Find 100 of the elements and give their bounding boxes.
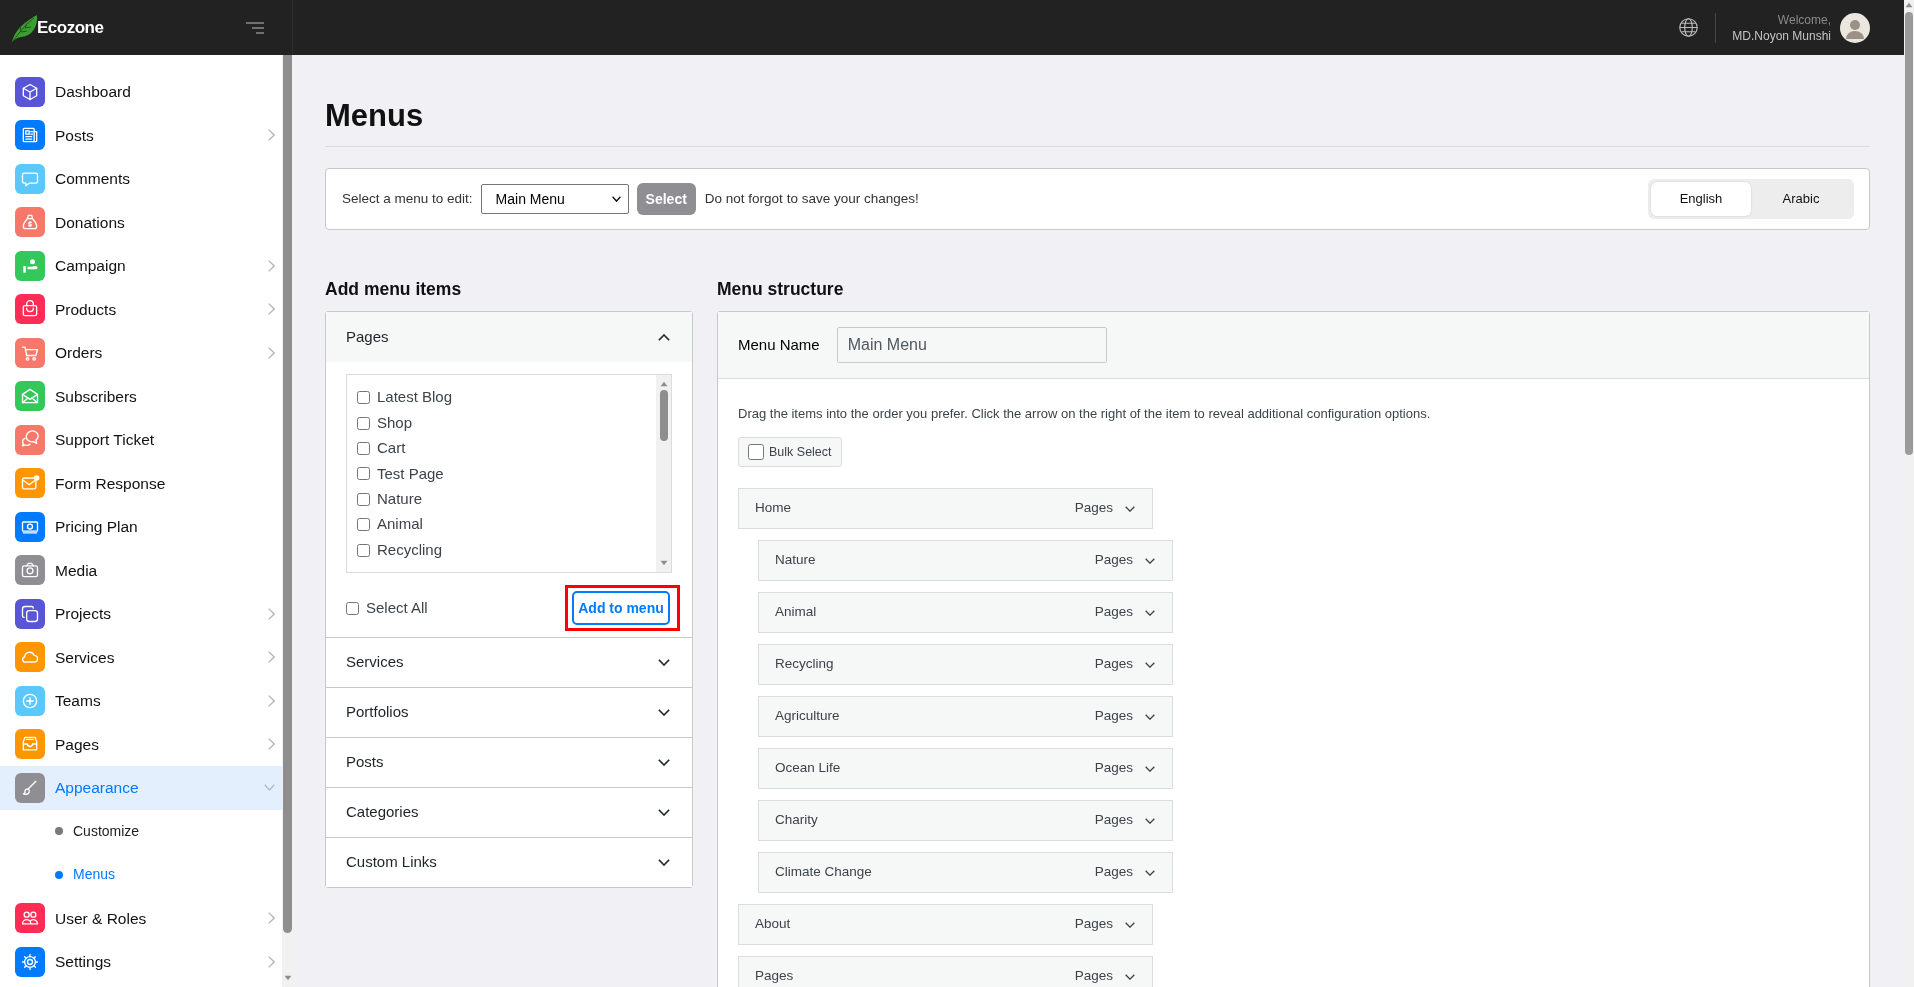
menu-item-type: Pages — [1094, 811, 1133, 830]
sidebar-item[interactable]: Projects — [0, 592, 282, 636]
menu-item[interactable]: Nature Pages — [758, 540, 1173, 581]
sidebar-item[interactable]: Products — [0, 287, 282, 331]
scrollbar-thumb[interactable] — [659, 390, 668, 441]
add-to-menu-button[interactable]: Add to menu — [572, 591, 670, 625]
menu-item-label: Nature — [775, 551, 816, 570]
sidebar-item[interactable]: Donations — [0, 200, 282, 244]
checkbox[interactable] — [748, 444, 764, 460]
sidebar-item[interactable]: Teams — [0, 679, 282, 723]
language-tab[interactable]: Arabic — [1751, 182, 1851, 216]
chevron-down-icon[interactable] — [611, 196, 621, 202]
scrollbar-thumb[interactable] — [1905, 12, 1913, 455]
chevron-down-icon[interactable] — [658, 809, 670, 816]
menu-item[interactable]: Climate Change Pages — [758, 852, 1173, 893]
chevron-down-icon[interactable] — [1145, 713, 1155, 720]
sidebar-item[interactable]: Campaign — [0, 244, 282, 288]
menu-name-input[interactable]: Main Menu — [836, 327, 1107, 363]
menu-item-label: Charity — [775, 811, 818, 830]
chevron-down-icon[interactable] — [1145, 765, 1155, 772]
chevron-down-icon[interactable] — [658, 709, 670, 716]
avatar-icon[interactable] — [1840, 12, 1870, 43]
scroll-down-arrow-icon[interactable] — [283, 975, 292, 981]
menu-item[interactable]: Animal Pages — [758, 592, 1173, 633]
menu-item[interactable]: Ocean Life Pages — [758, 748, 1173, 789]
welcome-text: Welcome, — [1777, 11, 1831, 28]
scroll-up-arrow-icon[interactable] — [659, 381, 668, 387]
sidebar-item[interactable]: User & Roles — [0, 896, 282, 940]
bulk-select-button[interactable]: Bulk Select — [738, 437, 842, 467]
checkbox[interactable] — [357, 543, 370, 557]
sidebar-item[interactable]: Posts — [0, 113, 282, 157]
checkbox[interactable] — [346, 601, 359, 615]
checkbox-label: Latest Blog — [377, 387, 453, 408]
scroll-down-arrow-icon[interactable] — [659, 560, 668, 566]
chevron-down-icon[interactable] — [1125, 921, 1135, 928]
checkbox[interactable] — [357, 518, 370, 532]
section-heading: Menu structure — [717, 278, 845, 301]
logo-text: Ecozone — [37, 16, 104, 39]
menu-item-label: About — [755, 915, 791, 934]
chevron-down-icon[interactable] — [1145, 661, 1155, 668]
sidebar-subitem[interactable]: Customize — [0, 809, 282, 853]
menu-item[interactable]: About Pages — [738, 904, 1153, 945]
checkbox[interactable] — [357, 467, 370, 481]
sidebar-item[interactable]: Comments — [0, 157, 282, 201]
user-name[interactable]: MD.Noyon Munshi — [1732, 27, 1831, 44]
instructions-text: Drag the items into the order you prefer. Click the arrow on the right of the item to reveal additional configuration options. — [738, 405, 1432, 423]
sidebar-item[interactable]: Media — [0, 548, 282, 592]
accordion-header[interactable]: Pages — [326, 312, 692, 362]
sidebar-item[interactable]: Form Response — [0, 461, 282, 505]
leaf-logo-icon — [9, 12, 39, 43]
checkbox[interactable] — [357, 492, 370, 506]
field-label: Menu Name — [738, 334, 820, 355]
menu-item-label: Recycling — [775, 655, 834, 674]
checkbox[interactable] — [357, 391, 370, 405]
menu-item[interactable]: Home Pages — [738, 488, 1153, 529]
sidebar-item[interactable]: Services — [0, 635, 282, 679]
scroll-up-arrow-icon[interactable] — [1905, 2, 1913, 8]
chevron-up-icon[interactable] — [658, 333, 670, 341]
chevron-down-icon[interactable] — [1125, 505, 1135, 512]
checkbox-label: Shop — [377, 412, 413, 433]
chevron-down-icon[interactable] — [1125, 973, 1135, 980]
checkbox-label: Recycling — [377, 539, 443, 560]
menu-item[interactable]: Agriculture Pages — [758, 696, 1173, 737]
chevron-down-icon[interactable] — [1145, 609, 1155, 616]
menu-item-type: Pages — [1094, 603, 1133, 622]
sidebar-item[interactable]: Pricing Plan — [0, 505, 282, 549]
sidebar-item[interactable]: Appearance — [0, 766, 282, 810]
select-label: Select a menu to edit: — [342, 189, 473, 208]
menu-select[interactable]: Main Menu — [480, 184, 629, 214]
accordion-header[interactable]: Custom Links — [326, 837, 692, 887]
menu-item[interactable]: Charity Pages — [758, 800, 1173, 841]
sidebar-item[interactable]: Orders — [0, 331, 282, 375]
sidebar-item[interactable]: Settings — [0, 940, 282, 984]
menu-item-label: Animal — [775, 603, 817, 622]
globe-icon[interactable] — [1679, 18, 1699, 37]
language-tab[interactable]: English — [1651, 182, 1751, 216]
menu-item-type: Pages — [1094, 551, 1133, 570]
sidebar-subitem[interactable]: Menus — [0, 853, 282, 897]
page-title: Menus — [325, 97, 425, 135]
chevron-down-icon[interactable] — [658, 659, 670, 666]
menu-item-label: Home — [755, 499, 791, 518]
menu-item[interactable]: Pages Pages — [738, 956, 1153, 987]
sidebar-item[interactable]: Support Ticket — [0, 418, 282, 462]
checkbox[interactable] — [357, 416, 370, 430]
menu-icon[interactable] — [246, 21, 264, 34]
section-heading: Add menu items — [325, 278, 463, 301]
chevron-down-icon[interactable] — [658, 859, 670, 866]
sidebar-item[interactable]: Pages — [0, 722, 282, 766]
menu-item-label: Climate Change — [775, 863, 872, 882]
chevron-down-icon[interactable] — [1145, 817, 1155, 824]
chevron-down-icon[interactable] — [1145, 557, 1155, 564]
scrollbar-thumb[interactable] — [283, 55, 292, 933]
chevron-down-icon[interactable] — [1145, 869, 1155, 876]
sidebar-item[interactable]: Dashboard — [0, 70, 282, 114]
menu-item[interactable]: Recycling Pages — [758, 644, 1173, 685]
sidebar-item[interactable]: Subscribers — [0, 374, 282, 418]
chevron-down-icon[interactable] — [658, 759, 670, 766]
checkbox[interactable] — [357, 441, 370, 455]
menu-item-label: Agriculture — [775, 707, 840, 726]
menu-item-label: Ocean Life — [775, 759, 841, 778]
